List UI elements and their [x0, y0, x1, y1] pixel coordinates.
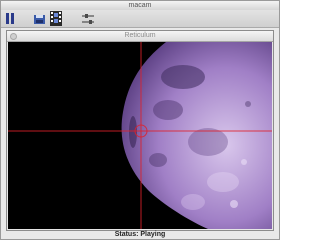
film-icon — [49, 11, 62, 26]
filmstrip-button[interactable] — [49, 10, 62, 27]
settings-button[interactable] — [81, 10, 95, 27]
reticulum-title: Reticulum — [7, 31, 273, 42]
pause-button[interactable] — [4, 10, 16, 27]
reticulum-window: Reticulum — [6, 30, 274, 231]
pause-icon — [5, 13, 14, 24]
status-text: Status: Playing — [114, 231, 166, 238]
save-icon — [33, 14, 45, 24]
sliders-icon — [82, 13, 94, 24]
window-title: macam — [1, 1, 279, 10]
toolbar — [1, 10, 279, 28]
video-frame — [8, 42, 272, 229]
app-window: macam Reticulum Status: Playing — [0, 0, 280, 240]
save-button[interactable] — [33, 10, 46, 27]
close-icon[interactable] — [10, 33, 17, 40]
video-view[interactable] — [8, 42, 272, 229]
